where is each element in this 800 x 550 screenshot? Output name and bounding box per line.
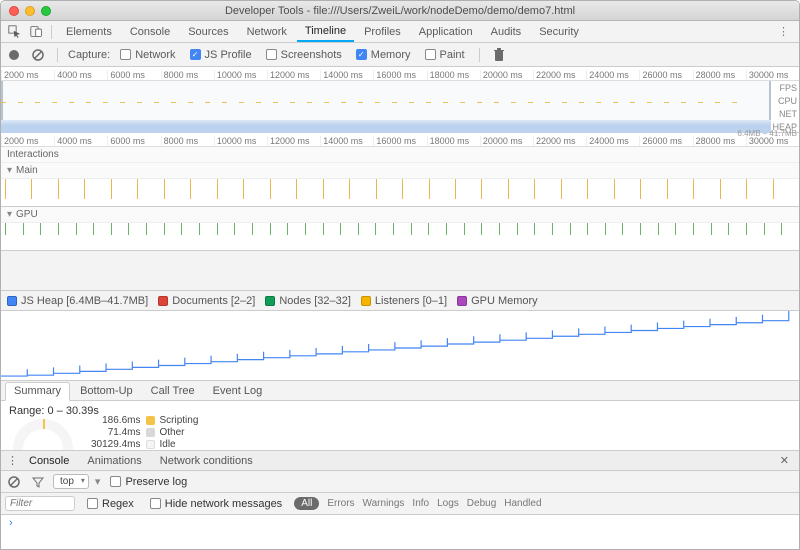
window-titlebar: Developer Tools - file:///Users/ZweiL/wo… bbox=[1, 1, 799, 21]
section-interactions[interactable]: Interactions bbox=[1, 147, 799, 163]
console-filter-input[interactable] bbox=[5, 496, 75, 511]
heap-range-label: 6.4MB – 41.7MB bbox=[737, 129, 797, 138]
legend-nodes[interactable]: Nodes [32–32] bbox=[265, 295, 351, 307]
main-thread-flamechart[interactable] bbox=[1, 179, 799, 207]
drawer-tab-network-conditions[interactable]: Network conditions bbox=[152, 451, 261, 470]
more-menu-icon[interactable]: ⋮ bbox=[772, 25, 795, 38]
clear-button[interactable] bbox=[29, 46, 47, 64]
drawer-close-icon[interactable]: ✕ bbox=[774, 454, 795, 467]
tab-profiles[interactable]: Profiles bbox=[356, 21, 409, 42]
tab-elements[interactable]: Elements bbox=[58, 21, 120, 42]
level-handled[interactable]: Handled bbox=[504, 498, 541, 509]
legend-jsheap[interactable]: JS Heap [6.4MB–41.7MB] bbox=[7, 295, 148, 307]
tab-console[interactable]: Console bbox=[122, 21, 178, 42]
regex-checkbox[interactable]: Regex bbox=[83, 498, 138, 510]
separator bbox=[51, 25, 52, 39]
level-debug[interactable]: Debug bbox=[467, 498, 496, 509]
summary-pane: Range: 0 – 30.39s 186.6msScripting 71.4m… bbox=[1, 401, 799, 451]
console-filter-icon[interactable] bbox=[29, 473, 47, 491]
window-title: Developer Tools - file:///Users/ZweiL/wo… bbox=[1, 5, 799, 17]
level-all[interactable]: All bbox=[294, 497, 319, 510]
legend-listeners[interactable]: Listeners [0–1] bbox=[361, 295, 447, 307]
inspect-element-icon[interactable] bbox=[5, 23, 23, 41]
tab-sources[interactable]: Sources bbox=[180, 21, 236, 42]
tab-summary[interactable]: Summary bbox=[5, 382, 70, 401]
separator bbox=[479, 48, 480, 62]
lane-net-label: NET bbox=[779, 107, 797, 120]
details-tabs: Summary Bottom-Up Call Tree Event Log bbox=[1, 381, 799, 401]
level-errors[interactable]: Errors bbox=[327, 498, 354, 509]
lane-cpu-label: CPU bbox=[778, 94, 797, 107]
context-selector[interactable]: top bbox=[53, 474, 89, 489]
console-prompt[interactable]: › bbox=[1, 515, 799, 531]
legend-gpumem[interactable]: GPU Memory bbox=[457, 295, 538, 307]
tab-calltree[interactable]: Call Tree bbox=[143, 381, 203, 400]
section-main[interactable]: Main bbox=[1, 163, 799, 179]
capture-screenshots-checkbox[interactable]: Screenshots bbox=[262, 49, 346, 61]
console-toolbar: top ▾ Preserve log bbox=[1, 471, 799, 493]
jsheap-line bbox=[1, 311, 799, 380]
cpu-overview bbox=[1, 98, 771, 104]
detail-ruler[interactable]: 2000 ms4000 ms6000 ms8000 ms10000 ms1200… bbox=[1, 133, 799, 147]
capture-paint-checkbox[interactable]: Paint bbox=[421, 49, 469, 61]
memory-chart[interactable] bbox=[1, 311, 799, 381]
capture-memory-checkbox[interactable]: Memory bbox=[352, 49, 415, 61]
drawer-tab-animations[interactable]: Animations bbox=[79, 451, 149, 470]
overview-lanes[interactable]: FPS CPU NET HEAP 6.4MB – 41.7MB bbox=[1, 81, 799, 133]
tab-eventlog[interactable]: Event Log bbox=[205, 381, 271, 400]
gc-button[interactable] bbox=[490, 46, 508, 64]
gpu-flamechart[interactable] bbox=[1, 223, 799, 251]
drawer-tabs: ⋮ Console Animations Network conditions … bbox=[1, 451, 799, 471]
overview-ruler[interactable]: 2000 ms4000 ms6000 ms8000 ms10000 ms1200… bbox=[1, 67, 799, 81]
row-scripting: 186.6msScripting bbox=[91, 415, 204, 427]
tab-timeline[interactable]: Timeline bbox=[297, 21, 354, 42]
summary-donut bbox=[13, 419, 73, 451]
heap-overview bbox=[1, 120, 771, 133]
lane-fps-label: FPS bbox=[779, 81, 797, 94]
tab-bottomup[interactable]: Bottom-Up bbox=[72, 381, 141, 400]
hide-network-checkbox[interactable]: Hide network messages bbox=[146, 498, 286, 510]
tab-network[interactable]: Network bbox=[239, 21, 295, 42]
summary-breakdown: 186.6msScripting 71.4msOther 30129.4msId… bbox=[91, 415, 204, 451]
preserve-log-checkbox[interactable]: Preserve log bbox=[106, 476, 191, 488]
device-toolbar-icon[interactable] bbox=[27, 23, 45, 41]
console-clear-icon[interactable] bbox=[5, 473, 23, 491]
drawer-expand-icon[interactable]: ⋮ bbox=[7, 454, 18, 467]
row-idle: 30129.4msIdle bbox=[91, 439, 204, 451]
separator bbox=[57, 48, 58, 62]
tab-security[interactable]: Security bbox=[531, 21, 587, 42]
level-logs[interactable]: Logs bbox=[437, 498, 459, 509]
capture-label: Capture: bbox=[68, 49, 110, 61]
section-gpu[interactable]: GPU bbox=[1, 207, 799, 223]
console-filter-bar: Regex Hide network messages All Errors W… bbox=[1, 493, 799, 515]
drawer-tab-console[interactable]: Console bbox=[21, 451, 77, 470]
row-other: 71.4msOther bbox=[91, 427, 204, 439]
capture-network-checkbox[interactable]: Network bbox=[116, 49, 179, 61]
level-info[interactable]: Info bbox=[412, 498, 429, 509]
record-button[interactable] bbox=[5, 46, 23, 64]
tab-audits[interactable]: Audits bbox=[483, 21, 530, 42]
level-warnings[interactable]: Warnings bbox=[363, 498, 405, 509]
tab-application[interactable]: Application bbox=[411, 21, 481, 42]
spacer bbox=[1, 251, 799, 291]
devtools-tabs: Elements Console Sources Network Timelin… bbox=[1, 21, 799, 43]
capture-jsprofile-checkbox[interactable]: JS Profile bbox=[186, 49, 256, 61]
timeline-toolbar: Capture: Network JS Profile Screenshots … bbox=[1, 43, 799, 67]
legend-documents[interactable]: Documents [2–2] bbox=[158, 295, 255, 307]
memory-legend: JS Heap [6.4MB–41.7MB] Documents [2–2] N… bbox=[1, 291, 799, 311]
